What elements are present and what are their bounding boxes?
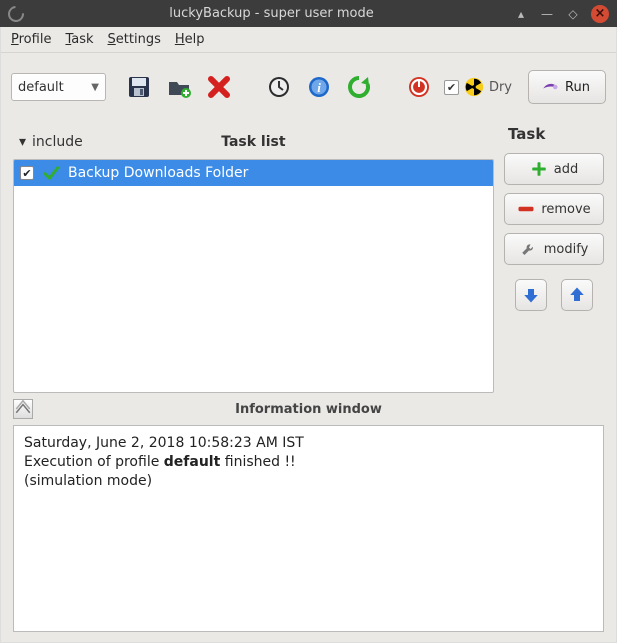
task-list[interactable]: ✔ Backup Downloads Folder bbox=[13, 159, 494, 393]
menubar: Profile Task Settings Help bbox=[1, 27, 616, 53]
dry-run-group: ✔ Dry bbox=[444, 76, 512, 98]
task-list-panel: ▾ include Task list ✔ Backup Downloads F… bbox=[13, 125, 494, 393]
menu-profile[interactable]: Profile bbox=[11, 32, 51, 47]
task-ok-icon bbox=[42, 164, 60, 182]
info-sim-line: (simulation mode) bbox=[24, 472, 593, 491]
minimize-button[interactable]: — bbox=[539, 6, 555, 22]
info-window-body[interactable]: Saturday, June 2, 2018 10:58:23 AM IST E… bbox=[13, 425, 604, 632]
menu-task[interactable]: Task bbox=[65, 32, 93, 47]
info-window-title: Information window bbox=[33, 402, 584, 417]
profile-select[interactable]: default ▼ bbox=[11, 73, 106, 101]
info-timestamp: Saturday, June 2, 2018 10:58:23 AM IST bbox=[24, 434, 593, 453]
run-swish-icon bbox=[541, 78, 559, 96]
refresh-icon[interactable] bbox=[342, 70, 376, 104]
task-list-title: Task list bbox=[83, 134, 424, 150]
remove-task-label: remove bbox=[541, 202, 590, 217]
reorder-buttons bbox=[504, 279, 604, 311]
add-task-button[interactable]: add bbox=[504, 153, 604, 185]
info-icon[interactable]: i bbox=[302, 70, 336, 104]
remove-task-button[interactable]: remove bbox=[504, 193, 604, 225]
arrow-down-icon bbox=[522, 286, 540, 304]
save-icon[interactable] bbox=[122, 70, 156, 104]
run-button[interactable]: Run bbox=[528, 70, 606, 104]
main-window: Profile Task Settings Help default ▼ i bbox=[0, 27, 617, 643]
window-controls: ▴ — ◇ × bbox=[513, 5, 609, 23]
chevron-down-icon: ▼ bbox=[91, 82, 99, 93]
dry-checkbox[interactable]: ✔ bbox=[444, 80, 459, 95]
task-section-title: Task bbox=[504, 125, 604, 149]
shutdown-icon[interactable] bbox=[402, 70, 436, 104]
window-title: luckyBackup - super user mode bbox=[30, 6, 513, 21]
add-task-label: add bbox=[554, 162, 578, 177]
keep-above-icon[interactable]: ▴ bbox=[513, 6, 529, 22]
task-list-header: ▾ include Task list bbox=[13, 125, 494, 159]
plus-icon bbox=[530, 160, 548, 178]
menu-help[interactable]: Help bbox=[175, 32, 205, 47]
include-toggle[interactable]: ▾ include bbox=[13, 134, 83, 150]
delete-icon[interactable] bbox=[202, 70, 236, 104]
content-area: ▾ include Task list ✔ Backup Downloads F… bbox=[1, 121, 616, 642]
profile-select-value: default bbox=[18, 80, 64, 95]
schedule-icon[interactable] bbox=[262, 70, 296, 104]
toolbar: default ▼ i bbox=[1, 53, 616, 121]
window-titlebar: luckyBackup - super user mode ▴ — ◇ × bbox=[0, 0, 617, 27]
include-label: include bbox=[32, 134, 83, 150]
svg-text:i: i bbox=[317, 80, 321, 95]
modify-task-button[interactable]: modify bbox=[504, 233, 604, 265]
dry-label: Dry bbox=[489, 80, 512, 95]
minus-icon bbox=[517, 204, 535, 214]
move-up-button[interactable] bbox=[561, 279, 593, 311]
info-window-header: Information window bbox=[13, 393, 604, 425]
task-row-checkbox[interactable]: ✔ bbox=[20, 166, 34, 180]
menu-settings[interactable]: Settings bbox=[108, 32, 161, 47]
info-toggle-icon[interactable] bbox=[13, 399, 33, 419]
toolbar-icons: i bbox=[122, 70, 436, 104]
task-row-label: Backup Downloads Folder bbox=[68, 165, 248, 181]
include-arrow-icon: ▾ bbox=[19, 134, 26, 150]
arrow-up-icon bbox=[568, 286, 586, 304]
run-label: Run bbox=[565, 80, 590, 95]
info-exec-line: Execution of profile default finished !! bbox=[24, 453, 593, 472]
modify-task-label: modify bbox=[544, 242, 589, 257]
app-icon bbox=[5, 2, 28, 25]
task-row[interactable]: ✔ Backup Downloads Folder bbox=[14, 160, 493, 186]
close-button[interactable]: × bbox=[591, 5, 609, 23]
radiation-icon bbox=[463, 76, 485, 98]
maximize-button[interactable]: ◇ bbox=[565, 6, 581, 22]
move-down-button[interactable] bbox=[515, 279, 547, 311]
folder-add-icon[interactable] bbox=[162, 70, 196, 104]
task-actions-panel: Task add remove modify bbox=[504, 125, 604, 393]
task-panel: ▾ include Task list ✔ Backup Downloads F… bbox=[13, 125, 604, 393]
wrench-icon bbox=[520, 240, 538, 258]
